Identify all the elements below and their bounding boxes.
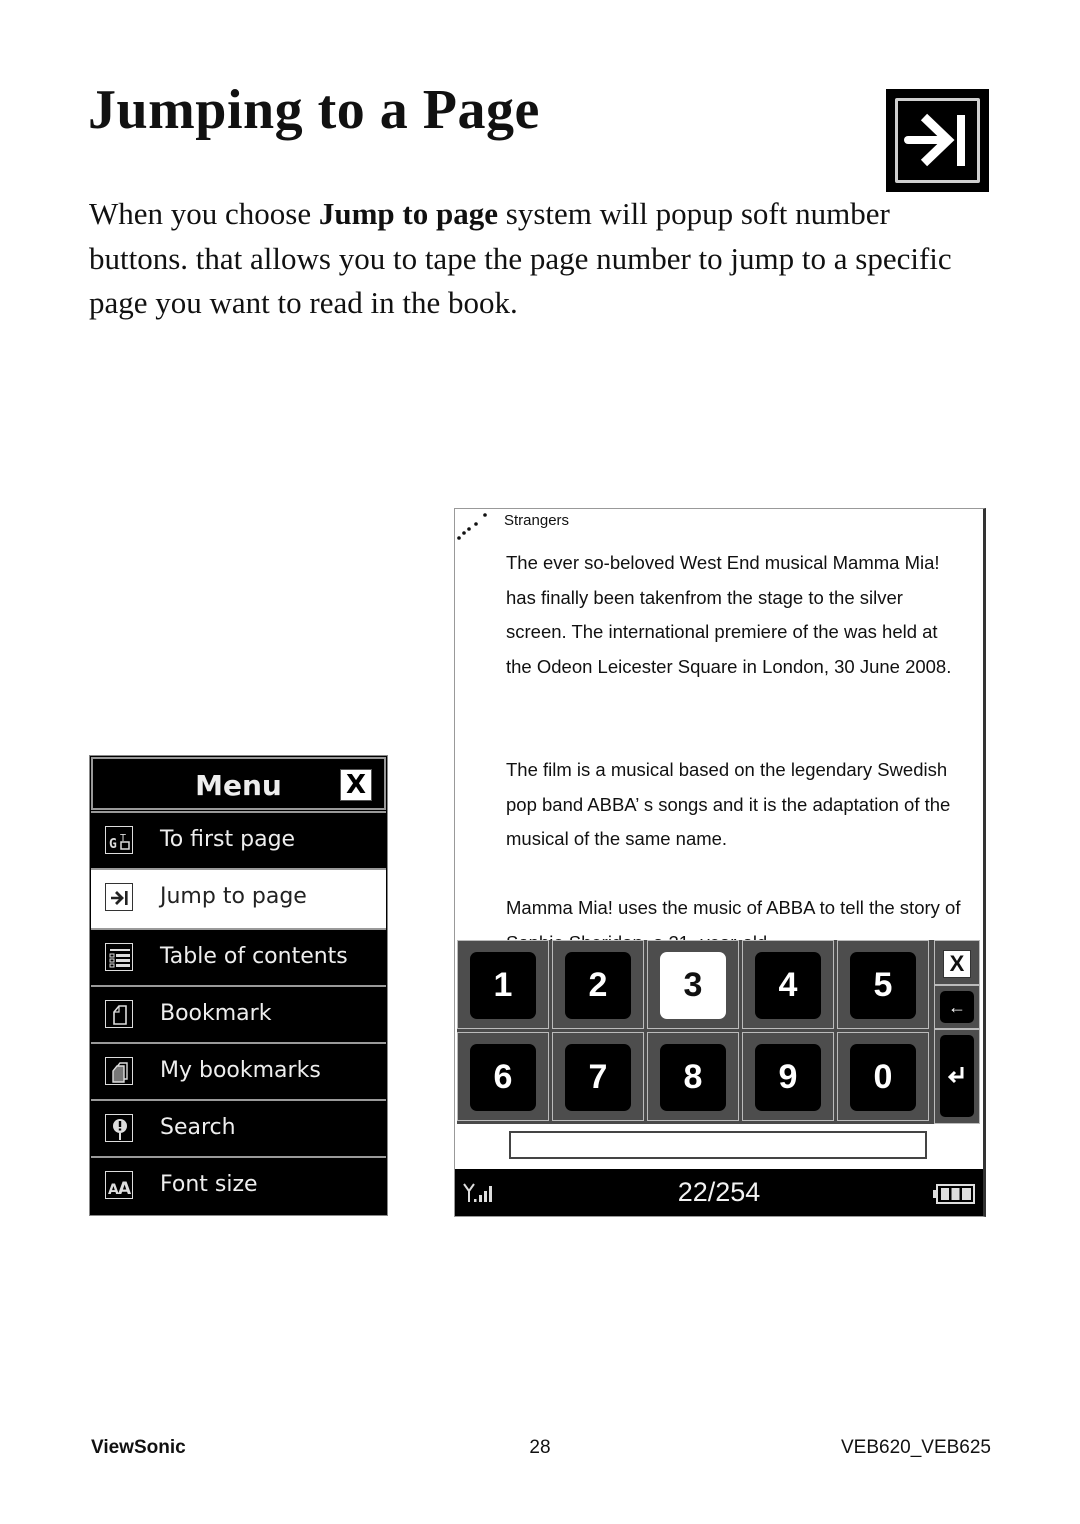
reader-paragraph: The ever so-beloved West End musical Mam…	[506, 552, 952, 677]
loading-dots-icon	[457, 513, 487, 540]
menu-item-label: Jump to page	[160, 884, 307, 909]
keypad-close-button[interactable]: X	[943, 950, 971, 978]
footer-model: VEB620_VEB625	[840, 1437, 991, 1458]
menu-close-button[interactable]: X	[340, 769, 372, 801]
backspace-button[interactable]: ←	[940, 991, 974, 1023]
menu-item-label: Table of contents	[160, 944, 348, 969]
intro-text: When you choose	[89, 196, 319, 231]
status-bar: 22/254	[455, 1169, 983, 1216]
page-counter: 22/254	[677, 1177, 761, 1207]
enter-icon	[947, 1067, 964, 1084]
menu-item-label: My bookmarks	[160, 1058, 321, 1083]
menu-item-label: Bookmark	[160, 1001, 272, 1026]
menu-item-to-first-page[interactable]: GT To first page	[91, 811, 386, 868]
menu-item-table-of-contents[interactable]: Table of contents	[91, 928, 386, 985]
soft-number-keypad: 1 2 3 4 5 6 7 8 9 0 X ←	[457, 940, 980, 1124]
page-title: Jumping to a Page	[88, 79, 540, 141]
svg-text:A: A	[118, 1179, 132, 1199]
key-4[interactable]: 4	[755, 952, 821, 1019]
key-3[interactable]: 3	[660, 952, 726, 1019]
key-0[interactable]: 0	[850, 1044, 916, 1111]
menu-item-label: Font size	[160, 1172, 258, 1197]
enter-button[interactable]	[940, 1035, 974, 1117]
menu-item-label: Search	[160, 1115, 236, 1140]
menu-item-jump-to-page[interactable]: Jump to page	[91, 868, 386, 928]
menu-item-font-size[interactable]: AA Font size	[91, 1156, 386, 1215]
svg-text:G: G	[109, 837, 117, 852]
font-size-icon: AA	[105, 1171, 133, 1199]
my-bookmarks-icon	[105, 1057, 133, 1085]
menu-item-label: To first page	[160, 827, 296, 852]
battery-icon	[933, 1184, 975, 1204]
key-6[interactable]: 6	[470, 1044, 536, 1111]
key-1[interactable]: 1	[470, 952, 536, 1019]
chapter-title: Strangers	[504, 512, 570, 529]
reader-screen: Strangers The ever so-beloved West End m…	[454, 508, 986, 1217]
jump-to-page-icon	[105, 883, 133, 911]
intro-bold-term: Jump to page	[318, 196, 498, 231]
key-5[interactable]: 5	[850, 952, 916, 1019]
search-icon	[105, 1114, 133, 1142]
key-2[interactable]: 2	[565, 952, 631, 1019]
menu-item-bookmark[interactable]: Bookmark	[91, 985, 386, 1042]
key-9[interactable]: 9	[755, 1044, 821, 1111]
first-page-icon: GT	[105, 826, 133, 854]
jump-to-page-icon	[886, 89, 989, 192]
page-number-input[interactable]	[509, 1131, 927, 1159]
table-of-contents-icon	[105, 943, 133, 971]
intro-paragraph: When you choose Jump to page system will…	[89, 192, 989, 326]
menu-item-my-bookmarks[interactable]: My bookmarks	[91, 1042, 386, 1099]
menu-header: Menu X	[91, 757, 386, 810]
bookmark-icon	[105, 1000, 133, 1028]
reader-paragraph: The film is a musical based on the legen…	[506, 759, 951, 849]
key-8[interactable]: 8	[660, 1044, 726, 1111]
key-7[interactable]: 7	[565, 1044, 631, 1111]
menu-panel: Menu X GT To first page Jump to page Tab…	[89, 755, 388, 1216]
menu-item-search[interactable]: Search	[91, 1099, 386, 1156]
